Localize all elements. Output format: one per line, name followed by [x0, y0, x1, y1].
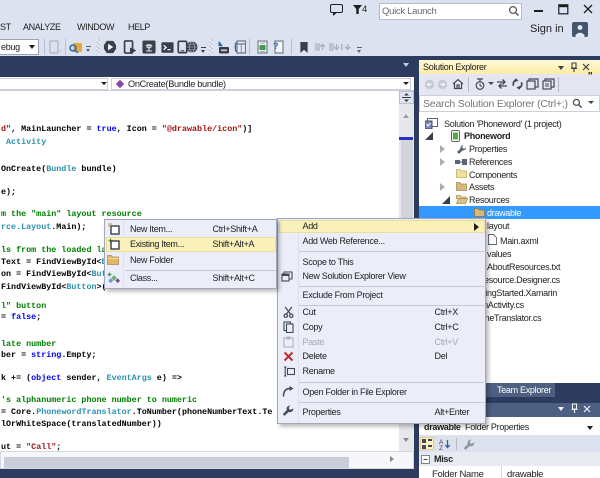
svg-text:Z: Z	[439, 445, 443, 450]
